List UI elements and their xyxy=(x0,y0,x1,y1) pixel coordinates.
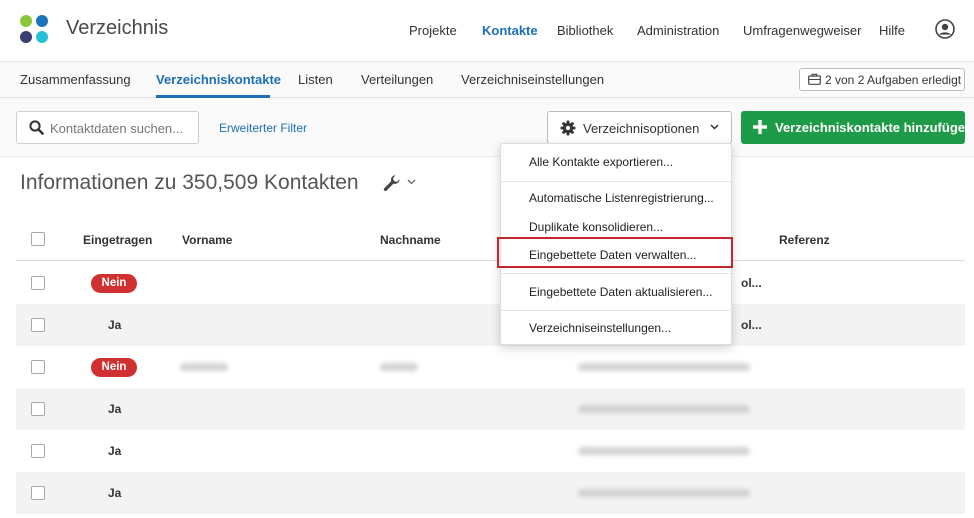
email-cell: ol... xyxy=(741,276,762,290)
add-directory-contacts-button[interactable]: Verzeichniskontakte hinzufügen xyxy=(741,111,973,144)
topnav-hilfe[interactable]: Hilfe xyxy=(879,23,905,38)
add-directory-contacts-label: Verzeichniskontakte hinzufügen xyxy=(775,120,973,135)
wrench-icon[interactable] xyxy=(383,174,401,192)
briefcase-icon xyxy=(808,73,821,85)
table-row[interactable]: Nein ol... xyxy=(16,262,965,304)
menu-item-label: Alle Kontakte exportieren... xyxy=(529,155,674,169)
redacted-lastname xyxy=(380,363,418,371)
row-checkbox[interactable] xyxy=(31,444,45,458)
topnav-umfragenwegweiser[interactable]: Umfragenwegweiser xyxy=(743,23,862,38)
table-row[interactable]: Ja xyxy=(16,388,965,430)
status-text: Ja xyxy=(108,444,122,458)
tasks-button[interactable]: 2 von 2 Aufgaben erledigt xyxy=(799,68,965,91)
topnav-bibliothek[interactable]: Bibliothek xyxy=(557,23,613,38)
column-nachname[interactable]: Nachname xyxy=(380,233,441,247)
tab-verzeichniskontakte[interactable]: Verzeichniskontakte xyxy=(156,72,281,87)
menu-item-label: Automatische Listenregistrierung... xyxy=(529,191,714,205)
page-title: Informationen zu 350,509 Kontakten xyxy=(20,171,359,194)
email-cell: ol... xyxy=(741,318,762,332)
top-bar: Verzeichnis Projekte Kontakte Bibliothek… xyxy=(0,0,974,62)
tab-verzeichniseinstellungen[interactable]: Verzeichniseinstellungen xyxy=(461,72,604,87)
menu-item-update-embedded-data[interactable]: Eingebettete Daten aktualisieren... xyxy=(501,281,733,303)
menu-item-directory-settings[interactable]: Verzeichniseinstellungen... xyxy=(501,317,733,339)
menu-item-auto-list-registration[interactable]: Automatische Listenregistrierung... xyxy=(501,187,733,209)
redacted-email xyxy=(578,363,750,371)
status-badge: Nein xyxy=(91,274,137,293)
search-icon xyxy=(29,120,44,135)
row-checkbox[interactable] xyxy=(31,276,45,290)
menu-item-label: Verzeichniseinstellungen... xyxy=(529,321,672,335)
column-referenz[interactable]: Referenz xyxy=(779,233,830,247)
menu-divider xyxy=(501,273,733,274)
menu-item-export-all-contacts[interactable]: Alle Kontakte exportieren... xyxy=(501,151,733,173)
row-checkbox[interactable] xyxy=(31,360,45,374)
topnav-administration[interactable]: Administration xyxy=(637,23,719,38)
table-row[interactable]: Ja ol... xyxy=(16,304,965,346)
tab-listen[interactable]: Listen xyxy=(298,72,333,87)
table-row[interactable]: Nein xyxy=(16,346,965,388)
sub-navigation: Zusammenfassung Verzeichniskontakte List… xyxy=(0,62,974,98)
menu-item-label: Eingebettete Daten aktualisieren... xyxy=(529,285,713,299)
topnav-projekte[interactable]: Projekte xyxy=(409,23,457,38)
row-checkbox[interactable] xyxy=(31,486,45,500)
menu-divider xyxy=(501,310,733,311)
table-row[interactable]: Ja xyxy=(16,430,965,472)
menu-item-consolidate-duplicates[interactable]: Duplikate konsolidieren... xyxy=(501,216,733,238)
select-all-checkbox[interactable] xyxy=(31,232,45,246)
tab-zusammenfassung[interactable]: Zusammenfassung xyxy=(20,72,131,87)
user-account-icon[interactable] xyxy=(935,19,955,39)
search-box[interactable] xyxy=(16,111,199,144)
status-badge: Nein xyxy=(91,358,137,377)
menu-item-label: Duplikate konsolidieren... xyxy=(529,220,664,234)
row-checkbox[interactable] xyxy=(31,318,45,332)
row-checkbox[interactable] xyxy=(31,402,45,416)
advanced-filter-link[interactable]: Erweiterter Filter xyxy=(219,121,307,135)
redacted-email xyxy=(578,489,750,497)
app-logo-icon[interactable] xyxy=(20,15,50,45)
topnav-kontakte[interactable]: Kontakte xyxy=(482,23,538,38)
status-text: Ja xyxy=(108,402,122,416)
directory-options-button[interactable]: Verzeichnisoptionen xyxy=(547,111,732,144)
table-row[interactable]: Ja xyxy=(16,472,965,514)
plus-icon xyxy=(753,120,767,134)
gear-icon xyxy=(560,120,576,136)
redacted-firstname xyxy=(180,363,228,371)
menu-divider xyxy=(501,181,733,182)
status-text: Ja xyxy=(108,318,122,332)
highlight-box xyxy=(497,237,733,268)
redacted-email xyxy=(578,447,750,455)
toolbar: Erweiterter Filter Verzeichnisoptionen V… xyxy=(0,98,974,157)
table-header: Eingetragen Vorname Nachname Referenz xyxy=(16,219,965,261)
chevron-down-icon xyxy=(710,124,719,130)
redacted-email xyxy=(578,405,750,413)
tab-verteilungen[interactable]: Verteilungen xyxy=(361,72,433,87)
directory-options-label: Verzeichnisoptionen xyxy=(583,121,700,136)
chevron-down-icon[interactable] xyxy=(407,179,416,185)
column-eingetragen[interactable]: Eingetragen xyxy=(83,233,152,247)
search-input[interactable] xyxy=(50,119,195,137)
tasks-label: 2 von 2 Aufgaben erledigt xyxy=(825,73,962,87)
status-text: Ja xyxy=(108,486,122,500)
app-title: Verzeichnis xyxy=(66,17,169,39)
column-vorname[interactable]: Vorname xyxy=(182,233,232,247)
